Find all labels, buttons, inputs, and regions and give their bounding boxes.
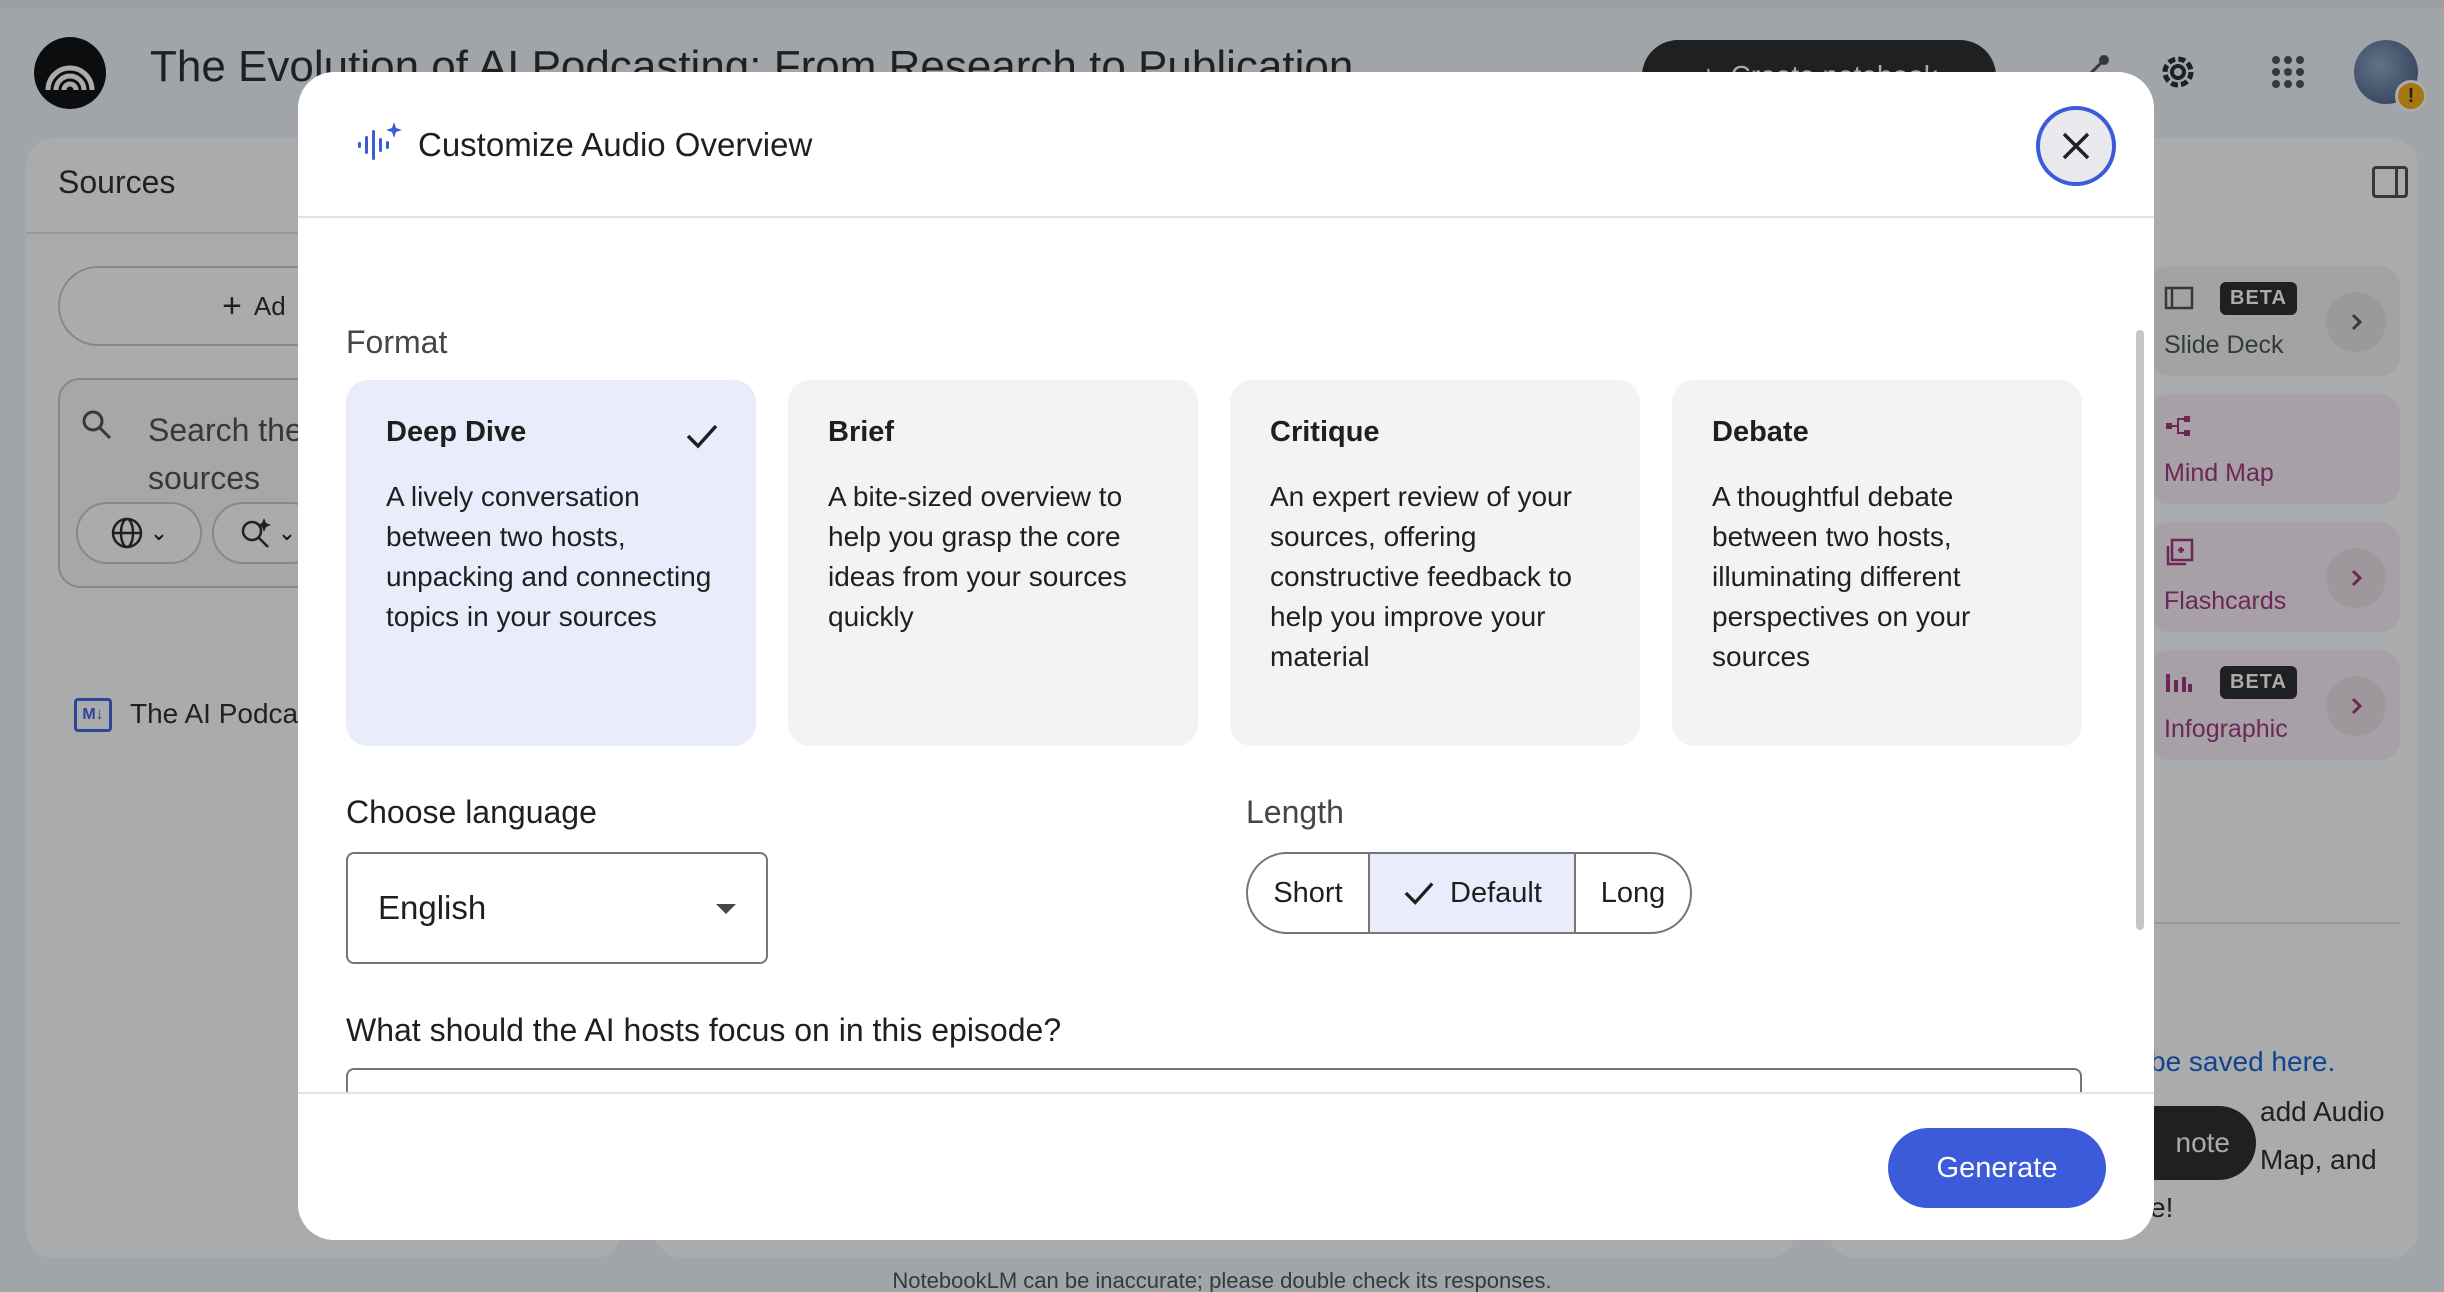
language-label: Choose language	[346, 794, 597, 830]
close-icon	[2062, 132, 2090, 160]
format-title: Critique	[1270, 416, 1380, 448]
length-option-label: Long	[1600, 876, 1666, 909]
length-option-short[interactable]: Short	[1248, 854, 1370, 932]
length-option-long[interactable]: Long	[1576, 854, 1690, 932]
format-card-critique[interactable]: Critique An expert review of your source…	[1230, 380, 1640, 746]
format-desc: A thoughtful debate between two hosts, i…	[1712, 481, 1971, 672]
dropdown-arrow-icon	[716, 904, 736, 914]
dialog-body: Format Deep Dive A lively conversation b…	[298, 220, 2154, 1092]
generate-button[interactable]: Generate	[1888, 1128, 2106, 1208]
dialog-header: Customize Audio Overview	[298, 72, 2154, 218]
dialog-title: Customize Audio Overview	[418, 126, 813, 163]
customize-audio-dialog: Customize Audio Overview Format Deep Div…	[298, 72, 2154, 1240]
focus-input[interactable]	[346, 1068, 2082, 1092]
length-segmented-control: Short Default Long	[1246, 852, 1692, 934]
check-icon	[1404, 882, 1434, 905]
format-title: Debate	[1712, 416, 1809, 448]
format-label: Format	[346, 324, 448, 360]
format-card-brief[interactable]: Brief A bite-sized overview to help you …	[788, 380, 1198, 746]
language-value: English	[378, 889, 487, 926]
length-label: Length	[1246, 794, 1344, 830]
length-option-default[interactable]: Default	[1370, 854, 1576, 932]
format-desc: A lively conversation between two hosts,…	[386, 481, 712, 632]
format-card-deep-dive[interactable]: Deep Dive A lively conversation between …	[346, 380, 756, 746]
format-desc: A bite-sized overview to help you grasp …	[828, 481, 1127, 632]
format-desc: An expert review of your sources, offeri…	[1270, 481, 1572, 672]
audio-sparkle-icon	[358, 122, 402, 160]
length-option-label: Short	[1273, 876, 1343, 909]
close-button[interactable]	[2036, 106, 2116, 186]
dialog-scrollbar[interactable]	[2136, 330, 2144, 930]
length-option-label: Default	[1450, 876, 1542, 909]
language-select[interactable]: English	[346, 852, 768, 964]
dialog-footer: Generate	[298, 1092, 2154, 1240]
format-card-debate[interactable]: Debate A thoughtful debate between two h…	[1672, 380, 2082, 746]
focus-label: What should the AI hosts focus on in thi…	[346, 1012, 1062, 1048]
notebook-page: The Evolution of AI Podcasting: From Res…	[0, 0, 2444, 1292]
check-icon	[686, 424, 718, 449]
format-title: Brief	[828, 416, 895, 448]
format-title: Deep Dive	[386, 416, 527, 448]
